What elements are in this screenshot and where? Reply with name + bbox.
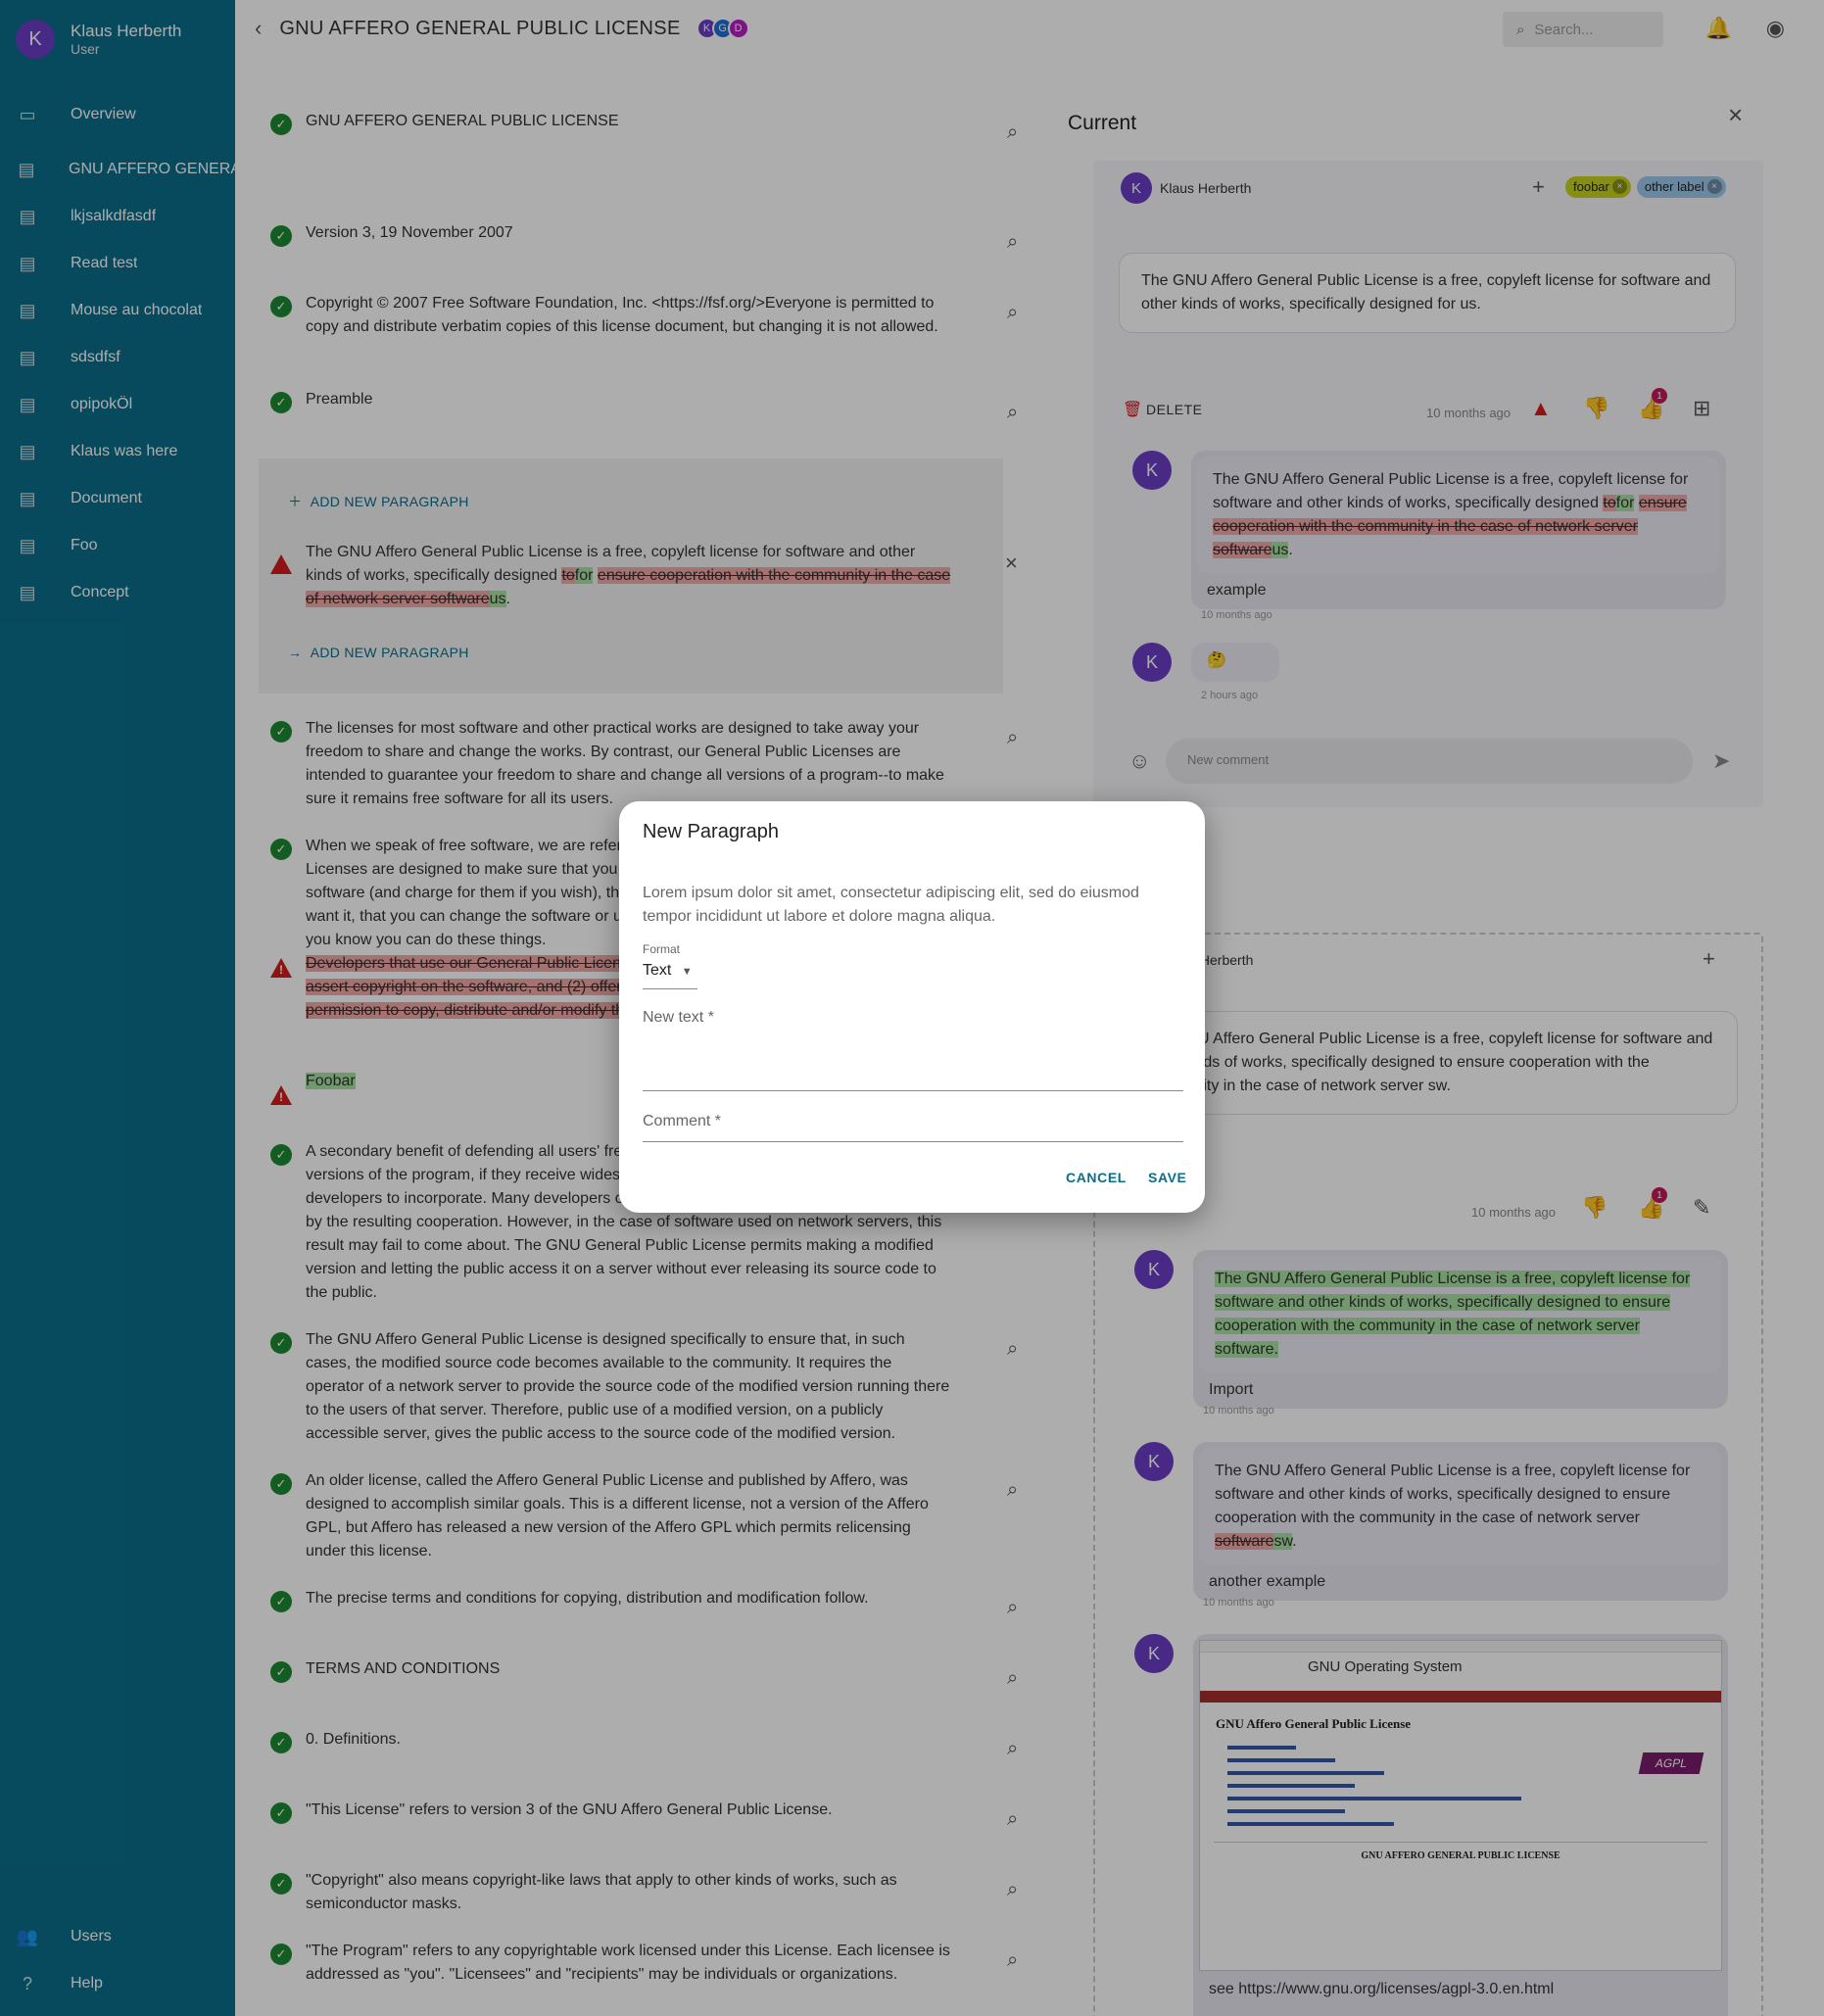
dialog-description: Lorem ipsum dolor sit amet, consectetur … <box>643 885 1139 925</box>
format-value: Text <box>643 962 672 979</box>
cancel-button[interactable]: CANCEL <box>1066 1170 1127 1185</box>
save-button[interactable]: SAVE <box>1148 1170 1187 1185</box>
new-text-field[interactable]: New text * <box>643 1009 1183 1091</box>
comment-label: Comment * <box>643 1113 722 1129</box>
caret-down-icon: ▼ <box>681 966 693 978</box>
new-text-label: New text * <box>643 1009 714 1026</box>
format-select[interactable]: Text ▼ <box>643 962 697 989</box>
format-label: Format <box>643 942 681 956</box>
comment-field[interactable]: Comment * <box>643 1113 1183 1142</box>
dialog-title: New Paragraph <box>643 821 779 842</box>
new-paragraph-dialog: New Paragraph Lorem ipsum dolor sit amet… <box>619 801 1205 1213</box>
